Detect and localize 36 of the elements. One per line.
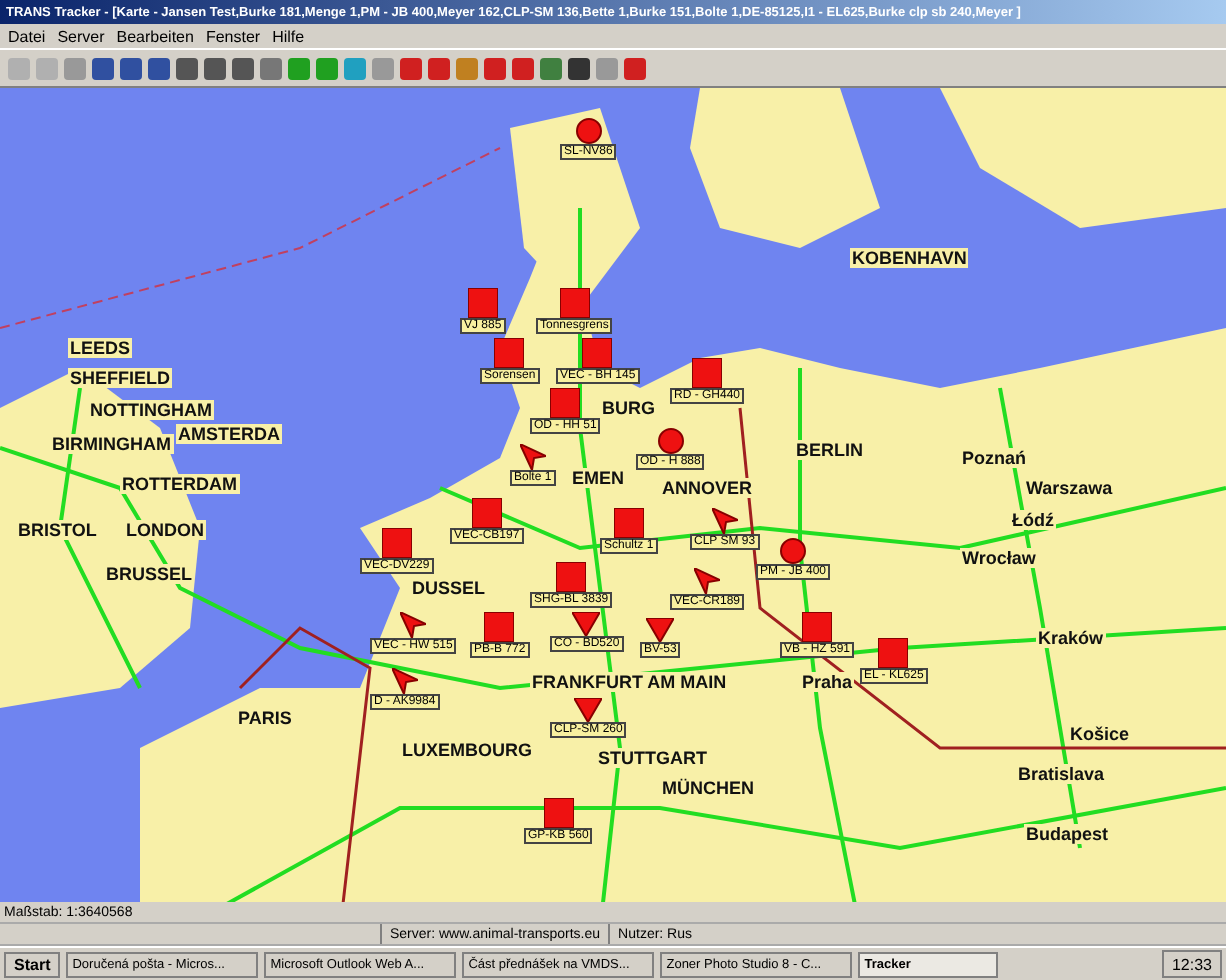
city-label: Košice (1068, 724, 1132, 744)
city-label: Wrocław (960, 548, 1038, 568)
city-label: LEEDS (68, 338, 133, 358)
city-label: LUXEMBOURG (400, 740, 534, 760)
city-label: BIRMINGHAM (50, 434, 173, 454)
city-label: Budapest (1024, 824, 1111, 844)
city-label: MÜNCHEN (660, 778, 756, 798)
menu-item[interactable]: Server (57, 27, 105, 45)
menu-item[interactable]: Bearbeiten (116, 27, 194, 45)
city-label: Warszawa (1024, 478, 1115, 498)
city-label: Bratislava (1016, 764, 1107, 784)
city-label: SHEFFIELD (68, 368, 173, 388)
city-label: DUSSEL (410, 578, 488, 598)
city-label: BERLIN (794, 440, 865, 460)
menu-item[interactable]: Datei (8, 27, 46, 45)
city-label: Kraków (1036, 628, 1106, 648)
city-label: Praha (800, 672, 855, 692)
city-label: STUTTGART (596, 748, 709, 768)
city-label: LONDON (124, 520, 206, 540)
city-label: AMSTERDA (176, 424, 282, 444)
start-button[interactable]: Start (4, 951, 61, 977)
city-label: PARIS (236, 708, 294, 728)
clock: 12:33 (1161, 950, 1222, 978)
city-label: FRANKFURT AM MAIN (530, 672, 729, 692)
city-label: EMEN (570, 468, 627, 488)
city-label: ROTTERDAM (120, 474, 239, 494)
menu-item[interactable]: Hilfe (272, 27, 305, 45)
city-label: Łódź (1010, 510, 1056, 530)
city-label: KOBENHAVN (850, 248, 969, 268)
city-label: BRUSSEL (104, 564, 195, 584)
city-label: NOTTINGHAM (88, 400, 214, 420)
city-label: BURG (600, 398, 657, 418)
city-label: Poznań (960, 448, 1029, 468)
menu-item[interactable]: Fenster (205, 27, 261, 45)
city-label: ANNOVER (660, 478, 755, 498)
city-label: BRISTOL (16, 520, 99, 540)
